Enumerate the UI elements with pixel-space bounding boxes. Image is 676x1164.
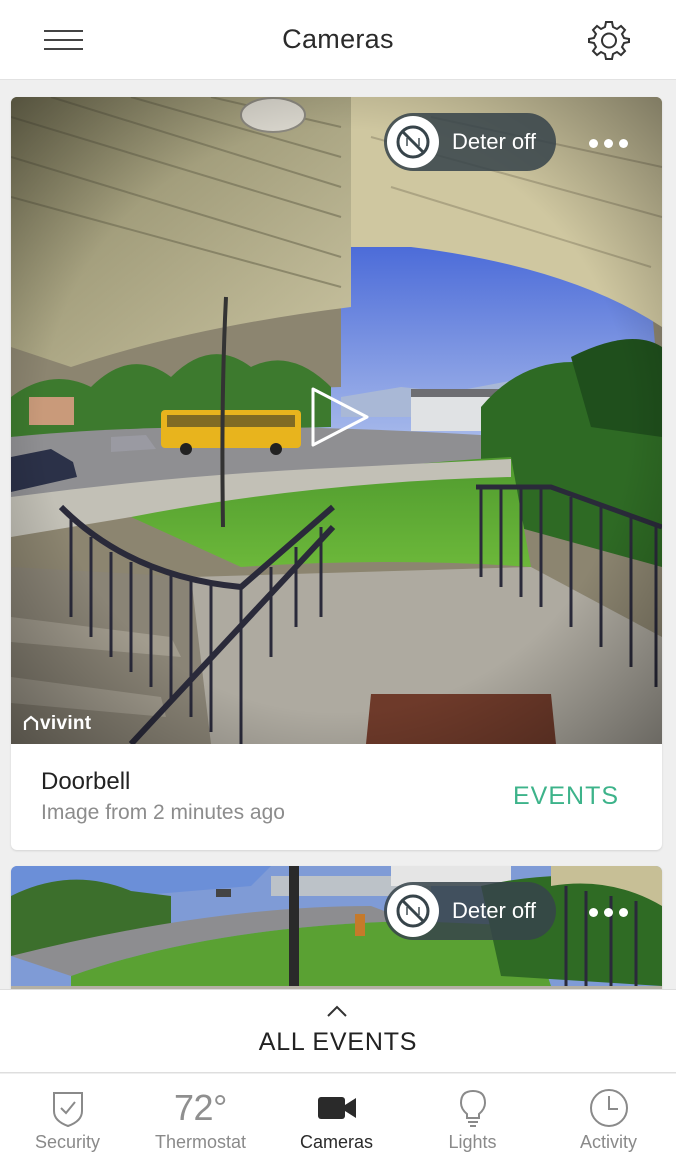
thermostat-temperature: 72°	[174, 1087, 227, 1128]
more-options-button[interactable]	[583, 896, 635, 926]
camera-card-doorbell: Deter off vivint Doorbell Image from 2 m…	[11, 97, 662, 850]
tab-cameras[interactable]: Cameras	[269, 1074, 404, 1164]
deter-label: Deter off	[452, 898, 536, 923]
tab-label: Cameras	[299, 1132, 374, 1152]
camera-card-2: Deter off	[11, 866, 662, 989]
chevron-up-icon	[327, 1005, 347, 1017]
play-button[interactable]	[305, 383, 373, 451]
camera-feed-list[interactable]: Deter off vivint Doorbell Image from 2 m…	[0, 81, 676, 989]
camera-name: Doorbell	[41, 768, 131, 795]
tab-security[interactable]: Security	[0, 1074, 135, 1164]
more-horizontal-icon	[589, 908, 598, 917]
camera-card-info: Doorbell Image from 2 minutes ago EVENTS	[11, 744, 662, 850]
camera-snapshot[interactable]: Deter off vivint	[11, 97, 662, 744]
tab-activity[interactable]: Activity	[541, 1074, 676, 1164]
camera-snapshot[interactable]: Deter off	[11, 866, 662, 989]
clock-icon	[589, 1089, 628, 1127]
settings-button[interactable]	[588, 19, 630, 61]
camera-snapshot-image	[11, 866, 662, 989]
vivint-logo: vivint	[23, 713, 91, 735]
lightbulb-icon	[459, 1089, 486, 1127]
shield-check-icon	[52, 1092, 83, 1127]
gear-icon	[588, 21, 630, 60]
all-events-drawer[interactable]: ALL EVENTS	[0, 989, 676, 1073]
tab-lights[interactable]: Lights	[405, 1074, 540, 1164]
bottom-tab-bar: Security 72° Thermostat Cameras Lights A…	[0, 1074, 676, 1164]
events-button[interactable]: EVENTS	[513, 782, 619, 811]
tab-label: Lights	[448, 1132, 497, 1152]
camera-timestamp: Image from 2 minutes ago	[41, 801, 285, 824]
video-camera-icon	[317, 1097, 356, 1119]
more-horizontal-icon	[589, 139, 598, 148]
tab-label: Activity	[579, 1132, 637, 1152]
play-icon	[311, 387, 369, 447]
deter-toggle[interactable]: Deter off	[384, 882, 556, 940]
app-header: Cameras	[0, 0, 676, 80]
deter-off-icon	[396, 125, 430, 159]
tab-label: Thermostat	[154, 1132, 247, 1152]
more-options-button[interactable]	[583, 127, 635, 157]
page-title: Cameras	[282, 24, 394, 54]
all-events-label: ALL EVENTS	[258, 1028, 418, 1056]
deter-off-icon	[396, 894, 430, 928]
deter-label: Deter off	[452, 129, 536, 154]
tab-label: Security	[34, 1132, 101, 1152]
tab-thermostat[interactable]: 72° Thermostat	[133, 1074, 268, 1164]
deter-toggle[interactable]: Deter off	[384, 113, 556, 171]
home-icon	[23, 715, 39, 730]
